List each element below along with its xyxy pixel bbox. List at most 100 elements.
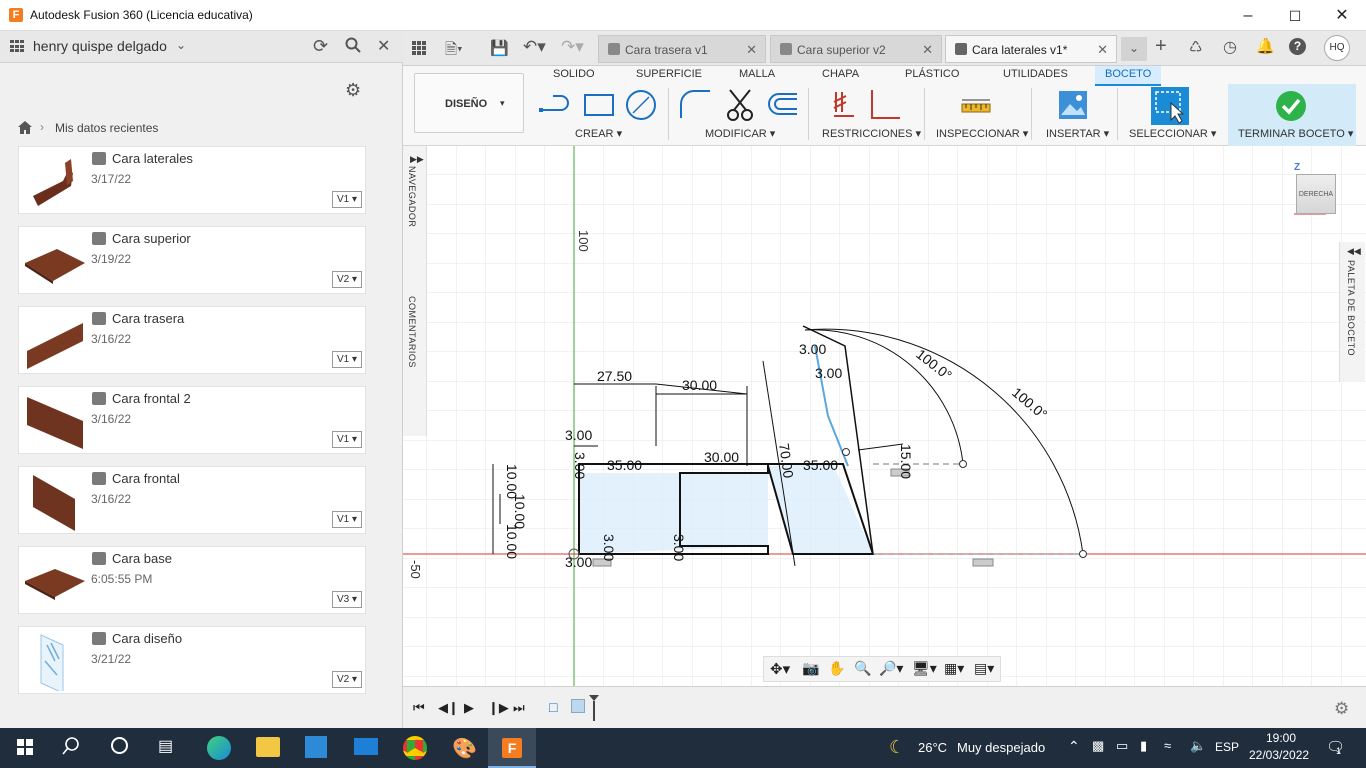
close-tab-icon[interactable]: ✕	[746, 42, 757, 58]
dim-text[interactable]: 3.00	[671, 534, 687, 561]
feature-icon[interactable]	[571, 699, 585, 713]
offset-tool-icon[interactable]	[765, 92, 799, 121]
dim-text[interactable]: 3.00	[799, 341, 826, 357]
file-explorer-icon[interactable]	[256, 737, 280, 757]
sketch-point[interactable]	[1079, 550, 1087, 558]
version-dropdown[interactable]: V1 ▾	[332, 351, 362, 368]
maximize-icon[interactable]: ☐	[1285, 6, 1305, 26]
close-tab-icon[interactable]: ✕	[1097, 42, 1108, 58]
clock-date[interactable]: 22/03/2022	[1249, 748, 1309, 762]
group-restricciones[interactable]: RESTRICCIONES ▾	[822, 127, 921, 140]
list-item[interactable]: Cara frontal 2 3/16/22 V1 ▾	[18, 386, 366, 454]
sketch-feature-icon[interactable]: □	[549, 699, 557, 715]
viewports-icon[interactable]: ▤▾	[974, 660, 994, 677]
finish-sketch-label[interactable]: TERMINAR BOCETO ▾	[1238, 127, 1353, 140]
minimize-icon[interactable]: –	[1238, 6, 1258, 26]
close-tab-icon[interactable]: ✕	[922, 42, 933, 58]
tab-list-chevron-icon[interactable]: ⌄	[1121, 37, 1147, 61]
dim-text[interactable]: 15.00	[898, 444, 914, 479]
timeline-settings-icon[interactable]: ⚙	[1334, 699, 1349, 719]
volume-icon[interactable]: 🔈	[1190, 738, 1206, 754]
workspace-selector[interactable]: DISEÑO ▾	[414, 73, 524, 133]
file-icon[interactable]: 🗎▾	[445, 39, 463, 64]
store-icon[interactable]	[305, 736, 327, 758]
sketch-point[interactable]	[959, 460, 967, 468]
sketch-svg[interactable]: 100 -50 27.50 30.00 3.00 35.00 30.00 35.…	[403, 146, 1366, 686]
grid-settings-icon[interactable]: ▦▾	[944, 660, 964, 677]
dim-text[interactable]: 3.00	[565, 427, 592, 443]
data-panel-toggle-icon[interactable]	[412, 41, 426, 58]
list-item[interactable]: Cara base 6:05:55 PM V3 ▾	[18, 546, 366, 614]
dim-text[interactable]: 3.00	[601, 534, 617, 561]
edge-icon[interactable]	[207, 736, 231, 760]
battery-icon[interactable]: ▮	[1140, 738, 1147, 754]
search-icon[interactable]	[345, 37, 361, 56]
tab-cara-laterales[interactable]: Cara laterales v1* ✕	[945, 35, 1117, 63]
close-panel-icon[interactable]: ✕	[377, 36, 390, 56]
dim-text[interactable]: 3.00	[815, 365, 842, 381]
tab-solido[interactable]: SOLIDO	[553, 68, 595, 80]
windows-start-icon[interactable]	[17, 739, 33, 758]
language-indicator[interactable]: ESP	[1215, 740, 1239, 754]
paint-icon[interactable]: 🎨	[452, 736, 477, 761]
line-tool-icon[interactable]	[539, 90, 573, 121]
navigator-strip[interactable]: ▶▶ NAVEGADOR COMENTARIOS	[403, 146, 427, 436]
help-icon[interactable]: ?	[1289, 38, 1306, 55]
paleta-label[interactable]: PALETA DE BOCETO	[1346, 260, 1356, 356]
circle-tool-icon[interactable]	[625, 89, 657, 124]
comentarios-label[interactable]: COMENTARIOS	[407, 296, 417, 368]
trim-scissors-icon[interactable]	[726, 88, 756, 125]
version-dropdown[interactable]: V3 ▾	[332, 591, 362, 608]
perpendicular-constraint-icon[interactable]	[868, 90, 902, 123]
version-dropdown[interactable]: V2 ▾	[332, 671, 362, 688]
search-icon[interactable]	[62, 737, 80, 758]
version-dropdown[interactable]: V2 ▾	[332, 271, 362, 288]
finish-sketch-panel[interactable]: TERMINAR BOCETO ▾	[1228, 84, 1356, 146]
dim-text[interactable]: 30.00	[682, 377, 717, 393]
expand-icon[interactable]: ▶▶	[410, 154, 424, 165]
dim-text[interactable]: 30.00	[704, 449, 739, 465]
sketch-canvas[interactable]: 100 -50 27.50 30.00 3.00 35.00 30.00 35.…	[403, 146, 1366, 686]
group-inspeccionar[interactable]: INSPECCIONAR ▾	[936, 127, 1028, 140]
group-seleccionar[interactable]: SELECCIONAR ▾	[1129, 127, 1216, 140]
dim-text[interactable]: 3.00	[572, 452, 588, 479]
version-dropdown[interactable]: V1 ▾	[332, 191, 362, 208]
sketch-palette-strip[interactable]: ◀◀ PALETA DE BOCETO	[1339, 242, 1365, 382]
weather-icon[interactable]: ☾	[889, 737, 905, 758]
list-item[interactable]: Cara diseño 3/21/22 V2 ▾	[18, 626, 366, 694]
rectangle-tool-icon[interactable]	[583, 93, 615, 120]
redo-icon[interactable]: ↷▾	[561, 37, 584, 57]
list-item[interactable]: Cara superior 3/19/22 V2 ▾	[18, 226, 366, 294]
orbit-icon[interactable]: ✥▾	[770, 660, 790, 678]
breadcrumb[interactable]: Mis datos recientes	[55, 121, 158, 135]
chevron-down-icon[interactable]: ⌄	[176, 38, 186, 52]
list-item[interactable]: Cara frontal 3/16/22 V1 ▾	[18, 466, 366, 534]
collapse-icon[interactable]: ◀◀	[1347, 246, 1361, 257]
tab-utilidades[interactable]: UTILIDADES	[1003, 68, 1068, 80]
first-step-icon[interactable]: ⏮	[413, 700, 425, 716]
grid-icon[interactable]	[10, 40, 24, 52]
group-modificar[interactable]: MODIFICAR ▾	[705, 127, 775, 140]
group-crear[interactable]: CREAR ▾	[575, 127, 622, 140]
timeline-marker-icon[interactable]	[589, 695, 599, 721]
clock-time[interactable]: 19:00	[1266, 731, 1296, 745]
list-item[interactable]: Cara trasera 3/16/22 V1 ▾	[18, 306, 366, 374]
coincident-constraint-icon[interactable]	[832, 90, 856, 123]
tab-malla[interactable]: MALLA	[739, 68, 775, 80]
user-name[interactable]: henry quispe delgado	[33, 38, 167, 54]
tab-superficie[interactable]: SUPERFICIE	[636, 68, 702, 80]
pan-icon[interactable]: ✋	[828, 660, 845, 677]
dim-text[interactable]: 35.00	[803, 457, 838, 473]
insert-image-icon[interactable]	[1058, 90, 1088, 123]
notifications-icon[interactable]: 🔔	[1256, 37, 1275, 55]
close-icon[interactable]: ✕	[1332, 6, 1352, 26]
prev-step-icon[interactable]: ◀❙	[438, 700, 459, 716]
chrome-icon[interactable]	[403, 736, 427, 760]
task-view-icon[interactable]: ▤	[158, 736, 173, 756]
navegador-label[interactable]: NAVEGADOR	[407, 166, 417, 227]
look-at-icon[interactable]: 📷	[802, 660, 819, 677]
wifi-icon[interactable]: ≈	[1164, 738, 1171, 753]
dim-text[interactable]: 10.00	[504, 524, 520, 559]
version-dropdown[interactable]: V1 ▾	[332, 431, 362, 448]
cortana-icon[interactable]	[111, 737, 128, 754]
